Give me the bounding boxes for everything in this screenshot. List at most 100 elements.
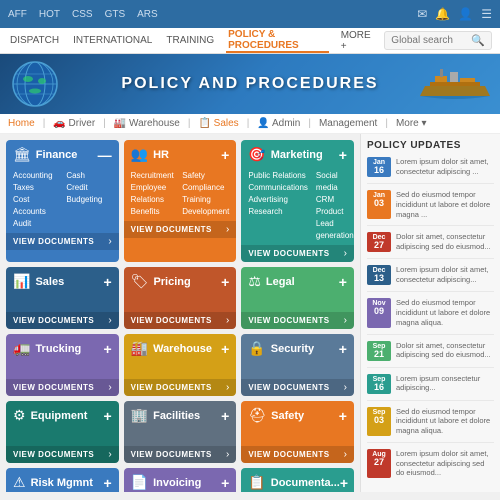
nav-international[interactable]: INTERNATIONAL [71, 35, 154, 46]
pricing-toggle[interactable]: + [221, 275, 229, 289]
policy-text-8: Lorem ipsum dolor sit amet, consectetur … [396, 449, 494, 478]
marketing-toggle[interactable]: + [339, 148, 347, 162]
breadcrumb-sep-2: | [103, 118, 106, 129]
breadcrumb-sales[interactable]: 📋 Sales [198, 118, 238, 129]
search-box[interactable]: 🔍 [384, 31, 492, 50]
facilities-footer[interactable]: VIEW DOCUMENTS [131, 450, 212, 459]
hr-title: HR [153, 149, 169, 161]
breadcrumb-driver[interactable]: 🚗 Driver [53, 118, 95, 129]
legal-toggle[interactable]: + [339, 275, 347, 289]
risk-toggle[interactable]: + [103, 476, 111, 490]
marketing-footer[interactable]: VIEW DOCUMENTS [248, 249, 329, 258]
policy-update-5[interactable]: Sep 21 Dolor sit amet, consectetur adipi… [367, 341, 494, 368]
policy-update-7[interactable]: Sep 03 Sed do eiusmod tempor incididunt … [367, 407, 494, 443]
breadcrumb-warehouse[interactable]: 🏭 Warehouse [114, 118, 180, 129]
date-box-7: Sep 03 [367, 407, 391, 436]
bell-icon[interactable]: 🔔 [435, 7, 450, 21]
nav-more[interactable]: MORE + [339, 30, 375, 52]
facilities-toggle[interactable]: + [221, 409, 229, 423]
breadcrumb-home[interactable]: Home [8, 118, 35, 129]
card-facilities[interactable]: 🏢 Facilities + VIEW DOCUMENTS › [124, 401, 237, 463]
risk-title: Risk Mgmnt [31, 477, 93, 489]
card-equipment[interactable]: ⚙ Equipment + VIEW DOCUMENTS › [6, 401, 119, 463]
invoicing-title: Invoicing [153, 477, 201, 489]
top-nav-css[interactable]: CSS [72, 9, 93, 20]
equipment-toggle[interactable]: + [103, 409, 111, 423]
pricing-title: Pricing [153, 276, 190, 288]
documenta-title: Documenta... [271, 477, 340, 489]
equipment-footer[interactable]: VIEW DOCUMENTS [13, 450, 94, 459]
legal-icon: ⚖ [248, 273, 261, 290]
card-documenta[interactable]: 📋 Documenta... + VIEW DOCUMENTS › [241, 468, 354, 492]
menu-icon[interactable]: ☰ [481, 7, 492, 21]
top-nav-gts[interactable]: GTS [105, 9, 126, 20]
breadcrumb-more[interactable]: More ▾ [396, 118, 427, 129]
card-marketing[interactable]: 🎯 Marketing + Public RelationsCommunicat… [241, 140, 354, 262]
finance-footer[interactable]: VIEW DOCUMENTS [13, 237, 94, 246]
hr-toggle[interactable]: + [221, 148, 229, 162]
sales-toggle[interactable]: + [103, 275, 111, 289]
warehouse-footer[interactable]: VIEW DOCUMENTS [131, 383, 212, 392]
top-nav-aff[interactable]: AFF [8, 9, 27, 20]
warehouse-toggle[interactable]: + [221, 342, 229, 356]
breadcrumb-management[interactable]: Management [319, 118, 377, 129]
breadcrumb-admin[interactable]: 👤 Admin [257, 118, 300, 129]
top-nav: AFF HOT CSS GTS ARS ✉ 🔔 👤 ☰ [0, 0, 500, 28]
card-legal[interactable]: ⚖ Legal + VIEW DOCUMENTS › [241, 267, 354, 329]
safety-icon: ⛑ [248, 407, 266, 424]
equipment-arrow: › [108, 449, 111, 460]
security-toggle[interactable]: + [339, 342, 347, 356]
mail-icon[interactable]: ✉ [417, 7, 427, 21]
date-box-0: Jan 16 [367, 157, 391, 177]
facilities-arrow: › [226, 449, 229, 460]
policy-update-0[interactable]: Jan 16 Lorem ipsum dolor sit amet, conse… [367, 157, 494, 184]
card-risk[interactable]: ⚠ Risk Mgmnt + VIEW DOCUMENTS › [6, 468, 119, 492]
date-box-6: Sep 16 [367, 374, 391, 394]
finance-arrow: › [108, 236, 111, 247]
security-footer[interactable]: VIEW DOCUMENTS [248, 383, 329, 392]
pricing-footer[interactable]: VIEW DOCUMENTS [131, 316, 212, 325]
hero-globe [10, 59, 60, 109]
safety-footer[interactable]: VIEW DOCUMENTS [248, 450, 329, 459]
card-pricing[interactable]: 🏷 Pricing + VIEW DOCUMENTS › [124, 267, 237, 329]
sidebar: POLICY UPDATES Jan 16 Lorem ipsum dolor … [360, 134, 500, 492]
top-nav-hot[interactable]: HOT [39, 9, 60, 20]
legal-footer[interactable]: VIEW DOCUMENTS [248, 316, 329, 325]
card-invoicing[interactable]: 📄 Invoicing + VIEW DOCUMENTS › [124, 468, 237, 492]
policy-update-4[interactable]: Nov 09 Sed do eiusmod tempor incididunt … [367, 298, 494, 334]
hr-icon: 👥 [131, 146, 148, 163]
card-warehouse[interactable]: 🏭 Warehouse + VIEW DOCUMENTS › [124, 334, 237, 396]
trucking-footer[interactable]: VIEW DOCUMENTS [13, 383, 94, 392]
card-hr[interactable]: 👥 HR + RecruitmentEmployee RelationsBene… [124, 140, 237, 262]
sales-footer[interactable]: VIEW DOCUMENTS [13, 316, 94, 325]
hr-footer[interactable]: VIEW DOCUMENTS [131, 225, 212, 234]
invoicing-toggle[interactable]: + [221, 476, 229, 490]
nav-dispatch[interactable]: DISPATCH [8, 35, 61, 46]
policy-update-3[interactable]: Dec 13 Lorem ipsum dolor sit amet, conse… [367, 265, 494, 292]
search-input[interactable] [391, 35, 471, 46]
safety-arrow: › [344, 449, 347, 460]
finance-toggle[interactable]: — [98, 148, 112, 162]
user-icon[interactable]: 👤 [458, 7, 473, 21]
trucking-toggle[interactable]: + [103, 342, 111, 356]
card-security[interactable]: 🔒 Security + VIEW DOCUMENTS › [241, 334, 354, 396]
card-sales[interactable]: 📊 Sales + VIEW DOCUMENTS › [6, 267, 119, 329]
card-finance[interactable]: 🏛 Finance — AccountingTaxesCost Accounts… [6, 140, 119, 262]
policy-update-6[interactable]: Sep 16 Lorem ipsum consectetur adipiscin… [367, 374, 494, 401]
finance-icon: 🏛 [13, 146, 31, 163]
policy-update-2[interactable]: Dec 27 Dolor sit amet, consectetur adipi… [367, 232, 494, 259]
documenta-icon: 📋 [248, 474, 265, 491]
policy-update-1[interactable]: Jan 03 Sed do eiusmod tempor incididunt … [367, 190, 494, 226]
documenta-toggle[interactable]: + [340, 476, 348, 490]
safety-toggle[interactable]: + [339, 409, 347, 423]
nav-policy[interactable]: POLICY & PROCEDURES [226, 29, 329, 53]
card-trucking[interactable]: 🚛 Trucking + VIEW DOCUMENTS › [6, 334, 119, 396]
card-safety[interactable]: ⛑ Safety + VIEW DOCUMENTS › [241, 401, 354, 463]
search-icon[interactable]: 🔍 [471, 34, 485, 47]
date-box-3: Dec 13 [367, 265, 391, 285]
nav-training[interactable]: TRAINING [164, 35, 216, 46]
policy-update-8[interactable]: Aug 27 Lorem ipsum dolor sit amet, conse… [367, 449, 494, 484]
top-nav-ars[interactable]: ARS [137, 9, 158, 20]
pricing-arrow: › [226, 315, 229, 326]
security-title: Security [271, 343, 314, 355]
